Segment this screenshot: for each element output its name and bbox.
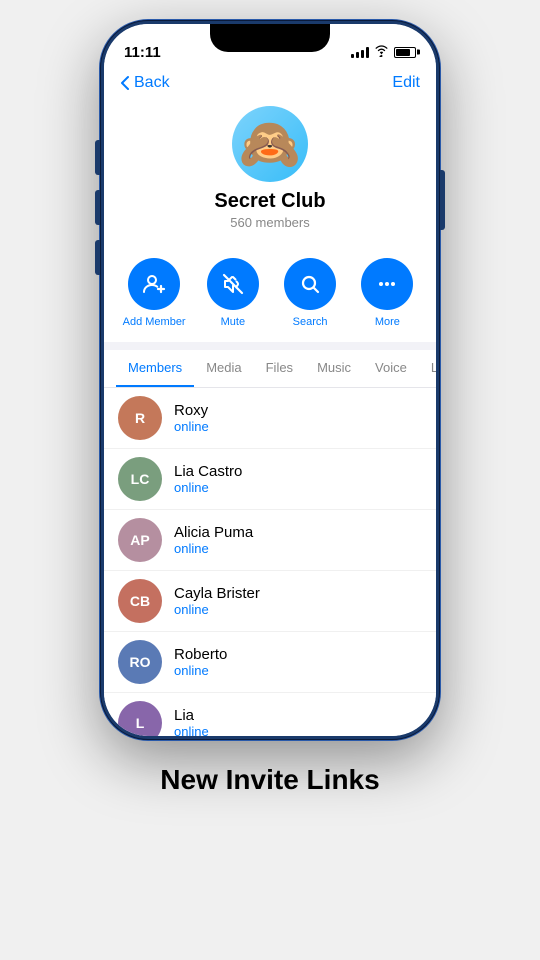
group-info: 🙈 Secret Club 560 members [104,98,436,244]
battery-icon [394,47,416,58]
tab-links[interactable]: Lin... [419,350,436,387]
member-info: Roxyonline [174,402,209,434]
mute-icon [207,258,259,310]
member-row[interactable]: L Liaonline [104,693,436,736]
member-info: Cayla Bristeronline [174,585,260,617]
back-button[interactable]: Back [120,74,170,92]
phone-frame: 11:11 [100,20,440,740]
nav-bar: Back Edit [104,68,436,98]
member-name: Lia [174,707,209,724]
action-buttons: Add Member Mute [104,244,436,342]
member-info: Liaonline [174,707,209,736]
member-avatar: AP [118,518,162,562]
tab-members[interactable]: Members [116,350,194,387]
section-separator [104,342,436,350]
search-label: Search [293,316,328,328]
page-headline: New Invite Links [140,764,399,796]
mute-button[interactable]: Mute [203,258,263,328]
member-info: Lia Castroonline [174,463,242,495]
member-status: online [174,419,209,434]
member-status: online [174,541,253,556]
status-time: 11:11 [124,44,161,61]
page-wrapper: 11:11 [0,0,540,960]
more-icon [361,258,413,310]
group-name: Secret Club [214,190,325,213]
tab-voice[interactable]: Voice [363,350,419,387]
member-row[interactable]: R Roxyonline [104,388,436,449]
status-icons [351,45,416,60]
member-avatar: R [118,396,162,440]
member-name: Roberto [174,646,227,663]
member-status: online [174,602,260,617]
member-avatar: RO [118,640,162,684]
member-avatar: LC [118,457,162,501]
tab-files[interactable]: Files [254,350,305,387]
tabs-container: Members Media Files Music Voice Lin... [104,350,436,388]
tab-music[interactable]: Music [305,350,363,387]
signal-bars-icon [351,46,369,58]
member-avatar: L [118,701,162,736]
member-row[interactable]: RO Robertoonline [104,632,436,693]
status-bar: 11:11 [104,24,436,68]
phone-screen: 11:11 [104,24,436,736]
back-label: Back [134,74,170,92]
search-button[interactable]: Search [280,258,340,328]
more-label: More [375,316,400,328]
tab-media[interactable]: Media [194,350,253,387]
member-status: online [174,480,242,495]
group-avatar-emoji: 🙈 [239,115,301,174]
member-row[interactable]: CB Cayla Bristeronline [104,571,436,632]
member-row[interactable]: LC Lia Castroonline [104,449,436,510]
member-name: Cayla Brister [174,585,260,602]
member-info: Alicia Pumaonline [174,524,253,556]
add-member-button[interactable]: Add Member [123,258,186,328]
member-status: online [174,663,227,678]
member-name: Alicia Puma [174,524,253,541]
add-member-label: Add Member [123,316,186,328]
member-avatar: CB [118,579,162,623]
members-list: RRoxyonlineLCLia CastroonlineAPAlicia Pu… [104,388,436,736]
notch [210,24,330,52]
member-name: Roxy [174,402,209,419]
mute-label: Mute [221,316,245,328]
member-status: online [174,724,209,736]
member-name: Lia Castro [174,463,242,480]
more-button[interactable]: More [357,258,417,328]
member-info: Robertoonline [174,646,227,678]
group-avatar: 🙈 [232,106,308,182]
wifi-icon [374,45,389,60]
group-members-count: 560 members [230,215,309,230]
tabs: Members Media Files Music Voice Lin... [104,350,436,387]
edit-button[interactable]: Edit [392,74,420,92]
member-row[interactable]: AP Alicia Pumaonline [104,510,436,571]
add-member-icon [128,258,180,310]
search-icon [284,258,336,310]
